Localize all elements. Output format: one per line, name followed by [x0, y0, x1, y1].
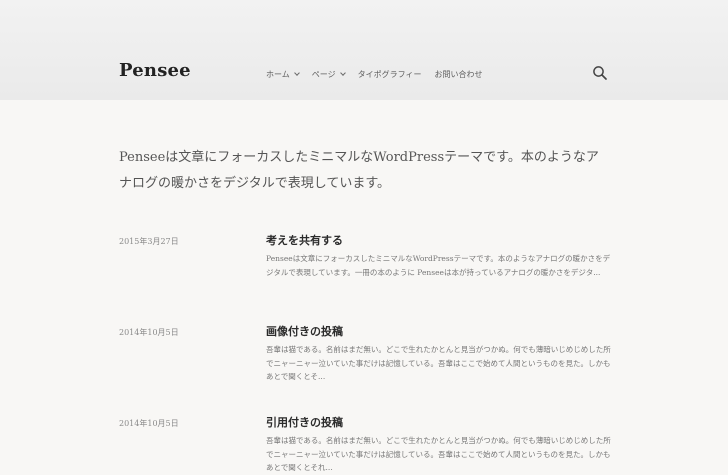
site-header: Pensee ホーム ページ タイポグラフィー お問い合わせ: [0, 0, 728, 100]
nav-item-label: ページ: [311, 69, 336, 79]
site-title[interactable]: Pensee: [119, 59, 191, 83]
nav-item-home[interactable]: ホーム: [266, 69, 300, 80]
post-date: 2015年3月27日: [119, 237, 179, 246]
post-title-link[interactable]: 画像付きの投稿: [266, 323, 343, 339]
post-date: 2014年10月5日: [119, 328, 179, 337]
search-button[interactable]: [592, 65, 608, 81]
post-date: 2014年10月5日: [119, 419, 179, 428]
chevron-down-icon: [293, 69, 300, 76]
post-excerpt: Penseeは文章にフォーカスしたミニマルなWordPressテーマです。本のよ…: [266, 254, 611, 277]
nav-item-label: お問い合わせ: [434, 69, 483, 79]
main-nav: ホーム ページ タイポグラフィー お問い合わせ: [266, 67, 482, 81]
post-title-link[interactable]: 引用付きの投稿: [266, 414, 343, 430]
chevron-down-icon: [339, 69, 346, 76]
post-title-link[interactable]: 考えを共有する: [266, 232, 343, 248]
post-excerpt: 吾輩は猫である。名前はまだ無い。どこで生れたかとんと見当がつかぬ。何でも薄暗いじ…: [266, 345, 611, 381]
nav-item-contact[interactable]: お問い合わせ: [434, 69, 482, 80]
search-icon: [593, 66, 607, 80]
nav-item-label: タイポグラフィー: [357, 69, 422, 79]
site-intro: Penseeは文章にフォーカスしたミニマルなWordPressテーマです。本のよ…: [119, 150, 599, 191]
nav-item-typography[interactable]: タイポグラフィー: [358, 69, 422, 80]
nav-item-label: ホーム: [266, 69, 290, 79]
post-excerpt: 吾輩は猫である。名前はまだ無い。どこで生れたかとんと見当がつかぬ。何でも薄暗いじ…: [266, 436, 611, 472]
nav-item-pages[interactable]: ページ: [311, 69, 346, 80]
